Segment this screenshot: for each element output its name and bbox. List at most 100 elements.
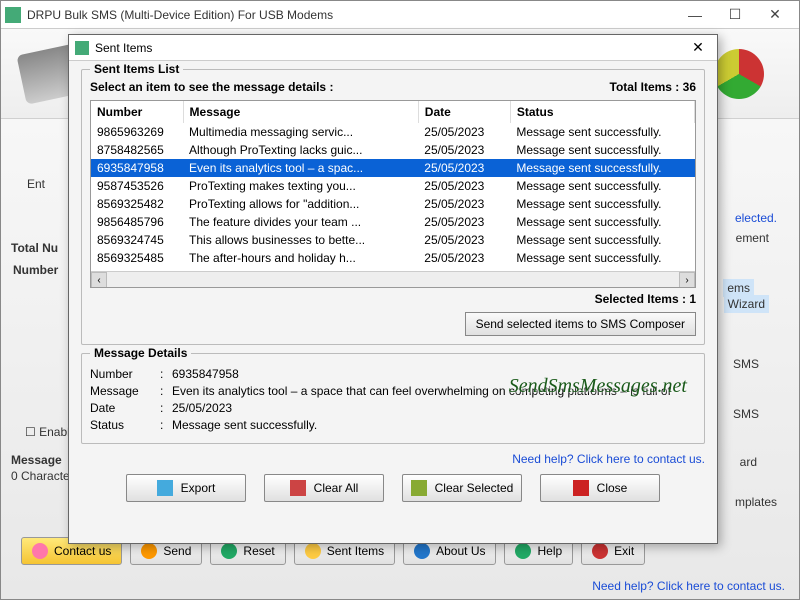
clear-all-icon <box>290 480 306 496</box>
table-cell: ProTexting makes texting you... <box>183 177 418 195</box>
exit-icon <box>592 543 608 559</box>
message-details-group: Message Details Number:6935847958 Messag… <box>81 353 705 444</box>
envelope-icon <box>141 543 157 559</box>
label-fragment: Total Nu <box>11 241 58 255</box>
table-cell: Message sent successfully. <box>510 231 694 249</box>
table-cell: Message sent successfully. <box>510 195 694 213</box>
table-cell: 8758482565 <box>91 141 183 159</box>
group-legend: Sent Items List <box>90 62 183 76</box>
close-button[interactable]: ✕ <box>755 3 795 27</box>
table-cell: Message sent successfully. <box>510 177 694 195</box>
info-icon <box>414 543 430 559</box>
table-cell: 8569324745 <box>91 231 183 249</box>
table-cell: 8569325482 <box>91 195 183 213</box>
table-cell: This allows businesses to bette... <box>183 231 418 249</box>
label-fragment: Ent <box>27 177 45 191</box>
table-cell: Although ProTexting lacks guic... <box>183 141 418 159</box>
close-icon <box>573 480 589 496</box>
scroll-left-icon[interactable]: ‹ <box>91 272 107 288</box>
table-row[interactable]: 6935847958Even its analytics tool – a sp… <box>91 159 695 177</box>
maximize-button[interactable]: ☐ <box>715 3 755 27</box>
label-fragment: ement <box>736 231 769 245</box>
enable-checkbox-label[interactable]: ☐ Enabl <box>25 425 70 439</box>
detail-key: Date <box>90 401 160 415</box>
table-cell: 9587453526 <box>91 177 183 195</box>
table-cell: Message sent successfully. <box>510 141 694 159</box>
table-cell: Even its analytics tool – a spac... <box>183 159 418 177</box>
sent-items-dialog: Sent Items ✕ Sent Items List Select an i… <box>68 34 718 544</box>
dialog-icon <box>75 41 89 55</box>
help-icon <box>515 543 531 559</box>
main-titlebar: DRPU Bulk SMS (Multi-Device Edition) For… <box>1 1 799 29</box>
dialog-close-button[interactable]: ✕ <box>685 37 711 59</box>
person-icon <box>32 543 48 559</box>
label-fragment: SMS <box>733 357 759 371</box>
label-fragment: Wizard <box>724 295 769 313</box>
send-to-composer-button[interactable]: Send selected items to SMS Composer <box>465 312 696 336</box>
main-title: DRPU Bulk SMS (Multi-Device Edition) For… <box>27 8 675 22</box>
horizontal-scrollbar[interactable]: ‹ › <box>91 271 695 287</box>
clear-selected-icon <box>411 480 427 496</box>
detail-value: 6935847958 <box>172 367 696 381</box>
table-row[interactable]: 8569324745This allows businesses to bett… <box>91 231 695 249</box>
table-row[interactable]: 8758482565Although ProTexting lacks guic… <box>91 141 695 159</box>
dialog-title: Sent Items <box>95 41 685 55</box>
label-fragment: Number <box>13 263 58 277</box>
detail-value: Message sent successfully. <box>172 418 696 432</box>
scroll-right-icon[interactable]: › <box>679 272 695 288</box>
clear-selected-button[interactable]: Clear Selected <box>402 474 522 502</box>
detail-value: Even its analytics tool – a space that c… <box>172 384 696 398</box>
table-cell: The feature divides your team ... <box>183 213 418 231</box>
refresh-icon <box>221 543 237 559</box>
app-icon <box>5 7 21 23</box>
export-button[interactable]: Export <box>126 474 246 502</box>
table-row[interactable]: 8569325482ProTexting allows for "additio… <box>91 195 695 213</box>
label-fragment: mplates <box>735 495 777 509</box>
table-cell: 9865963269 <box>91 123 183 141</box>
close-dialog-button[interactable]: Close <box>540 474 660 502</box>
table-cell: 9856485796 <box>91 213 183 231</box>
sent-items-table[interactable]: Number Message Date Status 9865963269Mul… <box>90 100 696 288</box>
table-cell: 6935847958 <box>91 159 183 177</box>
footer-help-link[interactable]: Need help? Click here to contact us. <box>592 579 785 593</box>
table-cell: Message sent successfully. <box>510 159 694 177</box>
label-fragment: SMS <box>733 407 759 421</box>
table-cell: 25/05/2023 <box>418 141 510 159</box>
folder-icon <box>305 543 321 559</box>
instruction-text: Select an item to see the message detail… <box>90 80 333 94</box>
table-cell: 25/05/2023 <box>418 231 510 249</box>
table-row[interactable]: 8569325485The after-hours and holiday h.… <box>91 249 695 267</box>
table-row[interactable]: 9587453526ProTexting makes texting you..… <box>91 177 695 195</box>
table-cell: Multimedia messaging servic... <box>183 123 418 141</box>
table-cell: 25/05/2023 <box>418 195 510 213</box>
dialog-button-row: Export Clear All Clear Selected Close <box>81 474 705 502</box>
label-fragment: elected. <box>735 211 777 225</box>
minimize-button[interactable]: — <box>675 3 715 27</box>
detail-key: Status <box>90 418 160 432</box>
export-icon <box>157 480 173 496</box>
dialog-help-link[interactable]: Need help? Click here to contact us. <box>81 452 705 466</box>
dialog-titlebar: Sent Items ✕ <box>69 35 717 61</box>
clear-all-button[interactable]: Clear All <box>264 474 384 502</box>
group-legend: Message Details <box>90 346 191 360</box>
table-cell: Message sent successfully. <box>510 249 694 267</box>
col-date[interactable]: Date <box>418 101 510 123</box>
total-items-label: Total Items : 36 <box>610 80 697 94</box>
table-cell: Message sent successfully. <box>510 213 694 231</box>
table-cell: 25/05/2023 <box>418 177 510 195</box>
table-cell: 25/05/2023 <box>418 159 510 177</box>
table-cell: 8569325485 <box>91 249 183 267</box>
detail-value: 25/05/2023 <box>172 401 696 415</box>
table-row[interactable]: 9856485796The feature divides your team … <box>91 213 695 231</box>
label-fragment: Message <box>11 453 62 467</box>
table-cell: 25/05/2023 <box>418 249 510 267</box>
table-row[interactable]: 9865963269Multimedia messaging servic...… <box>91 123 695 141</box>
table-cell: The after-hours and holiday h... <box>183 249 418 267</box>
label-fragment: 0 Characte <box>11 469 70 483</box>
col-message[interactable]: Message <box>183 101 418 123</box>
table-cell: ProTexting allows for "addition... <box>183 195 418 213</box>
col-number[interactable]: Number <box>91 101 183 123</box>
table-cell: 25/05/2023 <box>418 213 510 231</box>
col-status[interactable]: Status <box>510 101 694 123</box>
table-cell: 25/05/2023 <box>418 123 510 141</box>
